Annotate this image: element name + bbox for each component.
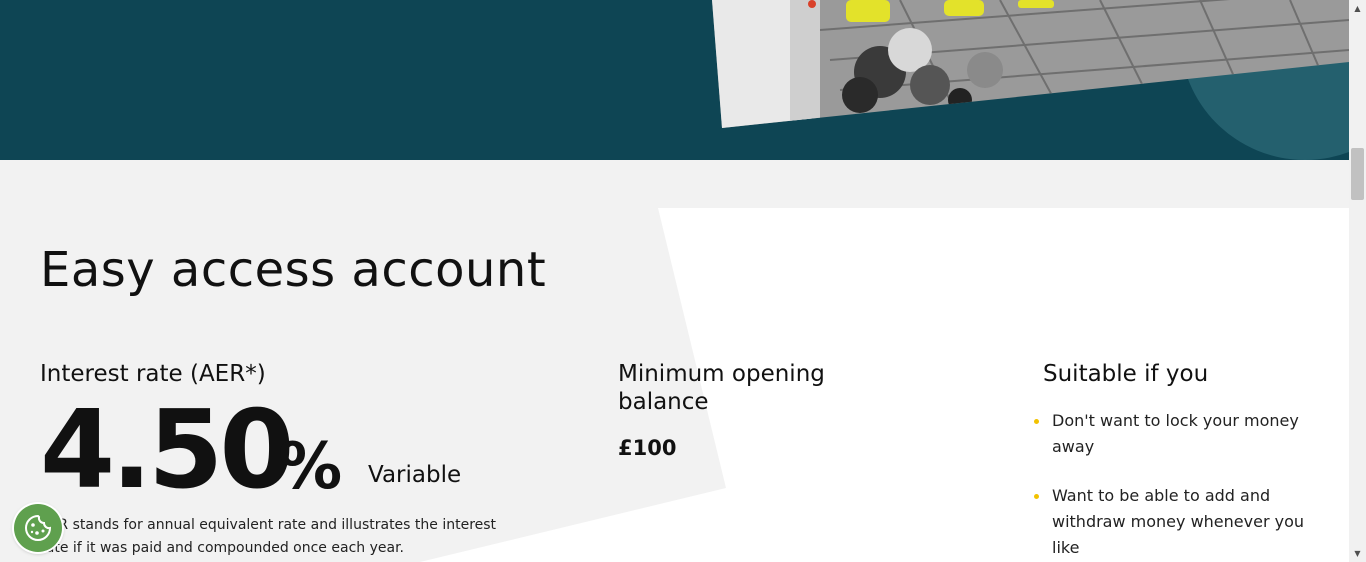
list-item-text: Don't want to lock your money away [1052, 411, 1299, 456]
interest-rate-number: 4.50 [40, 388, 294, 513]
page-title: Easy access account [40, 242, 547, 298]
hero-banner [0, 0, 1349, 160]
chevron-down-icon[interactable]: ▼ [1349, 545, 1366, 562]
cookie-icon [25, 514, 52, 541]
suitable-list: Don't want to lock your money away Want … [1034, 408, 1314, 562]
bullet-icon [1034, 494, 1039, 499]
list-item: Don't want to lock your money away [1034, 408, 1314, 460]
account-section: Easy access account Interest rate (AER*)… [0, 160, 1349, 562]
interest-rate-percent: % [278, 430, 343, 504]
chevron-up-icon[interactable]: ▲ [1349, 0, 1366, 17]
scrollbar-thumb[interactable] [1351, 148, 1364, 200]
interest-rate-type: Variable [368, 462, 462, 488]
aer-footnote: AER stands for annual equivalent rate an… [40, 517, 497, 556]
list-item: Want to be able to add and withdraw mone… [1034, 483, 1314, 561]
minimum-balance-amount: £100 [618, 436, 677, 460]
bullet-icon [1034, 419, 1039, 424]
suitable-label: Suitable if you [1043, 361, 1209, 387]
interest-rate-label: Interest rate (AER*) [40, 361, 266, 387]
vertical-scrollbar[interactable]: ▲ ▼ [1349, 0, 1366, 562]
list-item-text: Want to be able to add and withdraw mone… [1052, 486, 1304, 557]
cookie-settings-button[interactable] [14, 504, 62, 552]
hero-photo [712, 0, 1349, 128]
minimum-balance-label: Minimum opening balance [618, 361, 825, 415]
